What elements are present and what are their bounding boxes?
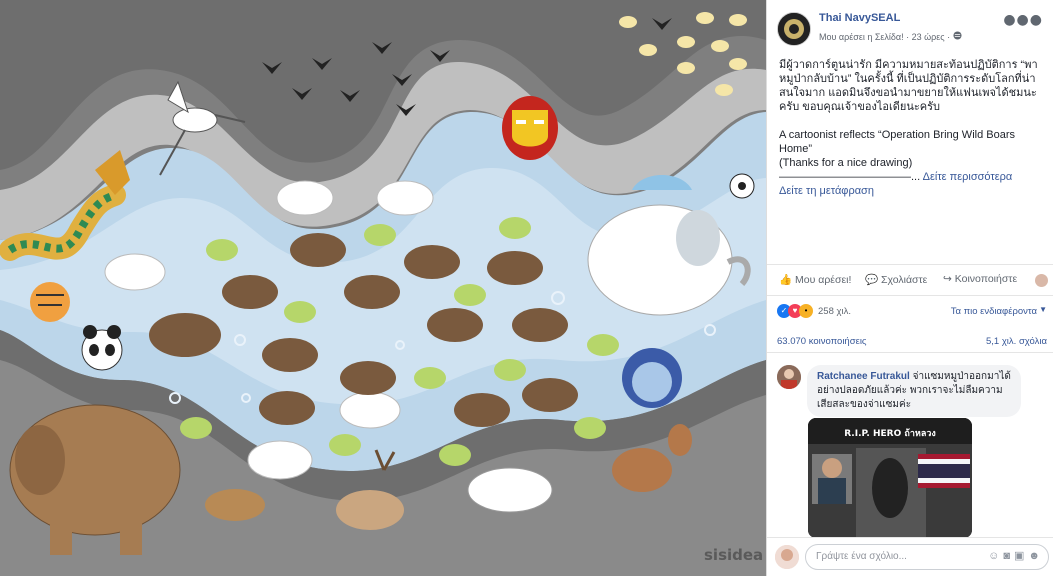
- post-time[interactable]: 23 ώρες: [912, 32, 945, 42]
- emoji-icon[interactable]: ☺: [988, 550, 1003, 562]
- commenter-avatar[interactable]: [777, 365, 801, 389]
- comment-input[interactable]: Γράψτε ένα σχόλιο... ☺◙▣☻: [805, 544, 1049, 570]
- see-more-link[interactable]: Δείτε περισσότερα: [923, 171, 1013, 183]
- most-relevant-filter[interactable]: Τα πιο ενδιαφέροντα: [951, 306, 1037, 317]
- comment-placeholder: Γράψτε ένα σχόλιο...: [816, 551, 907, 562]
- share-icon: ↪: [943, 273, 952, 285]
- commenter-name[interactable]: Ratchanee Futrakul: [817, 371, 910, 382]
- comment-icon: 💬: [865, 274, 879, 286]
- post-thai-text: มีผู้วาดการ์ตูนน่ารัก มีความหมายสะท้อนปฏ…: [779, 59, 1038, 113]
- thai-flag-icon: [918, 454, 970, 488]
- post-body: มีผู้วาดการ์ตูนน่ารัก มีความหมายสะท้อนปฏ…: [779, 58, 1041, 198]
- reactions-count[interactable]: 258 χιλ.: [818, 306, 851, 317]
- reactions-row: ✓ ♥ • 258 χιλ. Τα πιο ενδιαφέροντα ▼: [777, 304, 1047, 322]
- gif-icon[interactable]: ▣: [1014, 550, 1028, 562]
- shares-count[interactable]: 63.070 κοινοποιήσεις: [777, 336, 867, 347]
- post-english-line1: A cartoonist reflects “Operation Bring W…: [779, 129, 1015, 155]
- engagement-counts: 63.070 κοινοποιήσεις 5,1 χιλ. σχόλια: [777, 336, 1047, 347]
- current-user-avatar[interactable]: [775, 545, 799, 569]
- comment-bubble: Ratchanee Futrakul จ่าแซมหมูป่าออกมาได้อ…: [807, 365, 1021, 417]
- comment-label: Σχολιάστε: [881, 274, 928, 286]
- comments-count[interactable]: 5,1 χιλ. σχόλια: [986, 336, 1047, 347]
- more-options-icon[interactable]: ●●●: [1003, 12, 1043, 28]
- share-button[interactable]: ↪ Κοινοποιήστε: [943, 273, 1017, 285]
- post-dashes: ————————————...: [779, 171, 921, 183]
- comment-image[interactable]: R.I.P. HERO ถ้าหลวง: [808, 418, 972, 538]
- comment-button[interactable]: 💬 Σχολιάστε: [865, 273, 927, 286]
- page-name-link[interactable]: Thai NavySEAL: [819, 12, 900, 24]
- post-continue-line: ————————————... Δείτε περισσότερα: [779, 170, 1041, 184]
- ironman-helmet-icon: [502, 96, 558, 160]
- comment-image-title: R.I.P. HERO ถ้าหลวง: [844, 428, 936, 439]
- comment-item: Ratchanee Futrakul จ่าแซมหมูป่าออกมาได้อ…: [767, 352, 1053, 538]
- share-label: Κοινοποιήστε: [954, 273, 1018, 285]
- globe-icon: [953, 31, 962, 42]
- liked-page-label[interactable]: Μου αρέσει η Σελίδα!: [819, 32, 904, 42]
- post-photo[interactable]: sisidea: [0, 0, 766, 576]
- post-side-panel: Thai NavySEAL Μου αρέσει η Σελίδα! · 23 …: [766, 0, 1053, 577]
- soccer-ball-icon: [729, 173, 755, 199]
- watermark: sisidea: [704, 546, 763, 564]
- camera-icon[interactable]: ◙: [1003, 550, 1014, 562]
- see-translation-link[interactable]: Δείτε τη μετάφραση: [779, 184, 1041, 198]
- share-avatar[interactable]: [1035, 274, 1048, 287]
- post-actions-bar: 👍 Μου αρέσει! 💬 Σχολιάστε ↪ Κοινοποιήστε: [767, 264, 1053, 296]
- dropdown-arrow-icon[interactable]: ▼: [1039, 305, 1047, 314]
- like-button[interactable]: 👍 Μου αρέσει!: [779, 273, 851, 286]
- wow-reaction-icon[interactable]: •: [799, 304, 813, 318]
- cartoon-illustration: sisidea: [0, 0, 766, 576]
- like-label: Μου αρέσει!: [795, 274, 852, 286]
- sticker-icon[interactable]: ☻: [1028, 550, 1044, 562]
- page-avatar[interactable]: [777, 12, 811, 46]
- post-meta: Μου αρέσει η Σελίδα! · 23 ώρες ·: [819, 31, 962, 42]
- thumbs-up-icon: 👍: [779, 274, 793, 286]
- post-english-line2: (Thanks for a nice drawing): [779, 157, 913, 169]
- post-header: Thai NavySEAL Μου αρέσει η Σελίδα! · 23 …: [777, 10, 1047, 50]
- comment-composer: Γράψτε ένα σχόλιο... ☺◙▣☻: [767, 537, 1053, 577]
